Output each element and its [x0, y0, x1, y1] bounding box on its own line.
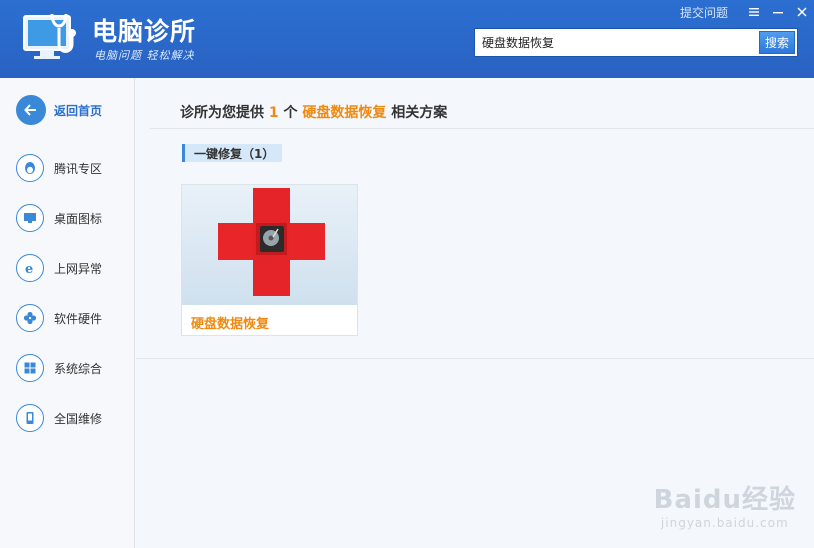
card-title: 硬盘数据恢复 [191, 317, 270, 332]
result-suffix: 相关方案 [391, 105, 448, 121]
main-content: 诊所为您提供 1 个 硬盘数据恢复 相关方案 一键修复（1） 硬盘数据恢复 [136, 78, 814, 548]
app-slogan: 电脑问题 轻松解决 [94, 49, 195, 62]
divider [136, 358, 814, 359]
svg-text:e: e [25, 262, 33, 276]
minimize-icon[interactable] [766, 0, 790, 24]
back-arrow-icon [16, 95, 46, 125]
windows-icon [16, 354, 44, 382]
puzzle-icon [16, 304, 44, 332]
result-keyword: 硬盘数据恢复 [302, 105, 387, 121]
stethoscope-monitor-logo-icon [23, 13, 76, 59]
sidebar: 返回首页 腾讯专区 桌面图标 e 上网异常 软件硬件 系统综合 全国维修 [0, 78, 135, 548]
close-icon[interactable] [790, 0, 814, 24]
title-bar-actions: 提交问题 [680, 0, 814, 24]
sidebar-item-label: 腾讯专区 [54, 161, 103, 176]
baidu-watermark: Baidu经验 jingyan.baidu.com [654, 479, 796, 530]
result-summary: 诊所为您提供 1 个 硬盘数据恢复 相关方案 [180, 102, 447, 122]
sidebar-item-system[interactable]: 系统综合 [0, 348, 134, 388]
sidebar-item-home[interactable]: 返回首页 [0, 90, 134, 130]
sidebar-item-label: 返回首页 [54, 103, 103, 118]
divider [150, 128, 814, 129]
qq-penguin-icon [16, 154, 44, 182]
phone-icon [16, 404, 44, 432]
solution-card[interactable]: 硬盘数据恢复 [181, 184, 358, 336]
sidebar-item-desktop-icons[interactable]: 桌面图标 [0, 198, 134, 238]
sidebar-item-software-hardware[interactable]: 软件硬件 [0, 298, 134, 338]
category-tag: 一键修复（1） [182, 144, 283, 162]
watermark-main: Baidu经验 [653, 485, 796, 515]
sidebar-item-repair[interactable]: 全国维修 [0, 398, 134, 438]
sidebar-item-label: 桌面图标 [54, 211, 103, 226]
app-title: 电脑诊所 [92, 17, 197, 46]
search-input[interactable] [475, 29, 759, 56]
menu-icon[interactable] [742, 0, 766, 24]
result-prefix: 诊所为您提供 [180, 105, 264, 121]
sidebar-item-tencent[interactable]: 腾讯专区 [0, 148, 134, 188]
result-count: 1 [268, 105, 279, 121]
submit-issue-link[interactable]: 提交问题 [680, 4, 728, 21]
card-thumbnail [182, 185, 357, 305]
app-header: 电脑诊所 电脑问题 轻松解决 提交问题 搜索 [0, 0, 814, 78]
ie-browser-icon: e [16, 254, 44, 282]
sidebar-item-label: 全国维修 [54, 411, 103, 426]
hard-disk-repair-icon [218, 188, 325, 296]
search-box: 搜索 [474, 28, 798, 57]
result-unit: 个 [283, 105, 298, 121]
sidebar-item-label: 上网异常 [54, 261, 103, 276]
monitor-icon [16, 204, 44, 232]
sidebar-item-label: 软件硬件 [54, 311, 103, 326]
watermark-sub: jingyan.baidu.com [660, 516, 789, 530]
sidebar-item-internet[interactable]: e 上网异常 [0, 248, 134, 288]
search-button[interactable]: 搜索 [759, 31, 795, 54]
sidebar-item-label: 系统综合 [54, 361, 103, 376]
